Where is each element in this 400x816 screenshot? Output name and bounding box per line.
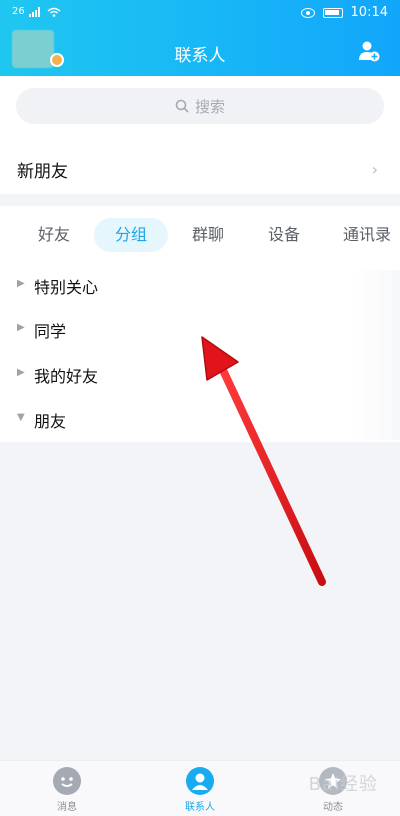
signal-text: 26 bbox=[12, 6, 25, 17]
contacts-content: 好友 分组 群聊 设备 通讯录 ▶ 特别关心 ▶ 同学 ▶ 我的好友 ▼ 朋友 bbox=[0, 206, 400, 442]
caret-right-icon: ▶ bbox=[17, 322, 25, 333]
contacts-icon bbox=[186, 767, 214, 795]
tab-address-book[interactable]: 通讯录 bbox=[334, 218, 400, 252]
group-label: 同学 bbox=[34, 322, 67, 341]
nav-label: 动态 bbox=[323, 802, 343, 813]
group-row-my-friends[interactable]: ▶ 我的好友 bbox=[0, 353, 400, 397]
search-icon bbox=[175, 99, 189, 113]
tab-friends[interactable]: 好友 bbox=[20, 218, 88, 252]
page-title: 联系人 bbox=[174, 46, 226, 66]
caret-right-icon: ▶ bbox=[17, 278, 25, 289]
nav-messages[interactable]: 消息 bbox=[17, 767, 117, 813]
tab-devices[interactable]: 设备 bbox=[250, 218, 318, 252]
tab-group-chats[interactable]: 群聊 bbox=[174, 218, 242, 252]
battery-icon bbox=[322, 7, 343, 18]
contact-tabs: 好友 分组 群聊 设备 通讯录 bbox=[0, 218, 400, 252]
chevron-right-icon: › bbox=[371, 160, 378, 179]
search-section: 搜索 新朋友 › bbox=[0, 76, 400, 194]
clock: 10:14 bbox=[350, 5, 388, 20]
tab-groups[interactable]: 分组 bbox=[94, 218, 168, 252]
new-friends-row[interactable]: 新朋友 › bbox=[0, 144, 400, 194]
caret-down-icon: ▼ bbox=[17, 412, 25, 423]
search-input[interactable]: 搜索 bbox=[16, 88, 384, 124]
signal-bars-icon bbox=[28, 6, 40, 17]
nav-contacts[interactable]: 联系人 bbox=[150, 767, 250, 813]
add-contact-icon[interactable] bbox=[358, 40, 380, 62]
new-friends-label: 新朋友 bbox=[17, 162, 68, 182]
nav-label: 联系人 bbox=[185, 802, 215, 813]
watermark: Bai经验 bbox=[308, 774, 378, 795]
status-right: 10:14 bbox=[300, 5, 388, 20]
status-bar: 26 10:14 bbox=[0, 0, 400, 26]
caret-right-icon: ▶ bbox=[17, 367, 25, 378]
group-row-classmates[interactable]: ▶ 同学 bbox=[0, 308, 400, 352]
side-index-shadow bbox=[350, 270, 400, 440]
group-row-special-care[interactable]: ▶ 特别关心 bbox=[0, 264, 400, 308]
group-row-friends[interactable]: ▼ 朋友 bbox=[0, 398, 400, 442]
group-label: 我的好友 bbox=[34, 367, 99, 386]
signal-indicator: 26 bbox=[12, 6, 61, 17]
group-label: 朋友 bbox=[34, 412, 67, 431]
search-placeholder: 搜索 bbox=[194, 97, 225, 116]
wifi-icon bbox=[47, 7, 61, 17]
eye-comfort-icon bbox=[300, 7, 315, 18]
chat-face-icon bbox=[53, 767, 81, 795]
app-header: 26 10:14 联系人 bbox=[0, 0, 400, 76]
nav-label: 消息 bbox=[57, 802, 77, 813]
group-label: 特别关心 bbox=[34, 278, 99, 297]
